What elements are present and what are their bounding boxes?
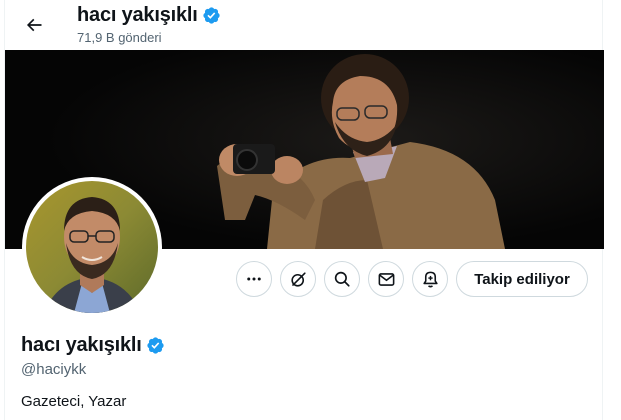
header-posts-count: 71,9 B gönderi [77,30,162,45]
search-icon [334,271,350,287]
bell-plus-icon [422,271,438,287]
header-name-text: hacı yakışıklı [77,4,198,26]
profile-name-text: hacı yakışıklı [21,334,142,356]
profile-name: hacı yakışıklı [21,334,165,357]
arrow-left-icon [26,18,42,32]
avatar[interactable] [22,177,162,317]
profile-handle: @haciykk [21,361,87,378]
more-icon [247,277,261,281]
header-title: hacı yakışıklı [77,4,221,27]
profile-page: hacı yakışıklı 71,9 B gönderi Takip edil… [4,0,604,420]
back-button[interactable] [17,8,51,42]
search-button[interactable] [324,261,360,297]
grok-icon [290,271,306,287]
avatar-photo [26,181,158,313]
profile-bio: Gazeteci, Yazar [21,393,127,410]
notify-button[interactable] [412,261,448,297]
following-button[interactable]: Takip ediliyor [456,261,588,297]
more-button[interactable] [236,261,272,297]
grok-button[interactable] [280,261,316,297]
verified-badge-icon [203,7,220,24]
mail-icon [378,272,394,286]
verified-badge-icon[interactable] [146,336,165,355]
profile-header: hacı yakışıklı 71,9 B gönderi [5,0,604,50]
message-button[interactable] [368,261,404,297]
